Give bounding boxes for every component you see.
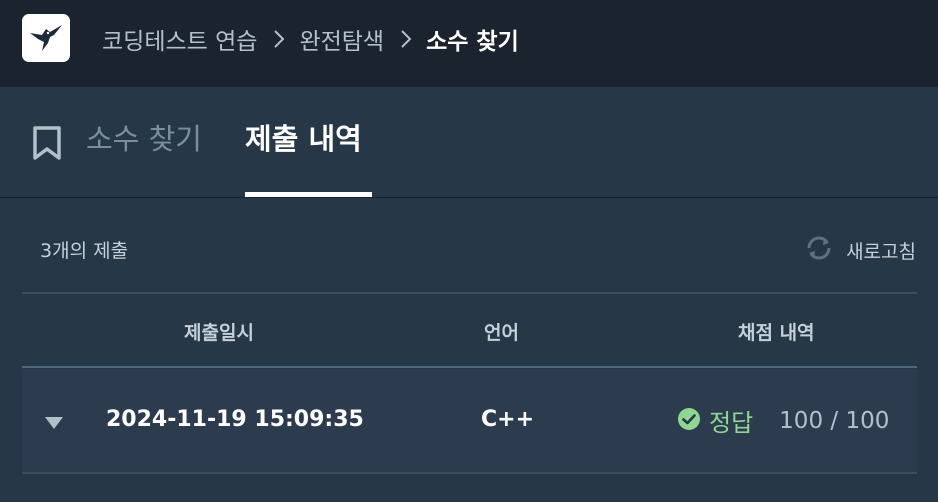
result-label: 정답 [709,409,754,437]
bookmark-icon[interactable] [32,125,62,165]
breadcrumb-item-category[interactable]: 완전탐색 [299,22,384,56]
top-navigation-bar: 코딩테스트 연습 완전탐색 소수 찾기 [0,0,938,87]
tab-bar: 소수 찾기 제출 내역 [0,87,938,198]
submission-datetime: 2024-11-19 15:09:35 [106,407,364,432]
refresh-button[interactable]: 새로고침 [802,234,916,267]
table-row[interactable]: 2024-11-19 15:09:35 C++ 정답 100 / 100 [22,369,917,474]
chevron-right-icon [273,29,285,49]
submission-count: 3개의 제출 [40,240,129,262]
column-header-language: 언어 [484,322,519,344]
tab-problem[interactable]: 소수 찾기 [86,119,202,159]
table-header: 제출일시 언어 채점 내역 [22,292,917,368]
chevron-right-icon [400,29,412,49]
check-circle-icon [677,407,701,435]
submission-result: 정답 100 / 100 [677,403,889,438]
tab-submissions[interactable]: 제출 내역 [245,119,362,159]
breadcrumb-item-coding-test[interactable]: 코딩테스트 연습 [102,22,257,56]
column-header-result: 채점 내역 [738,322,815,344]
column-header-datetime: 제출일시 [184,322,254,344]
expand-triangle-icon[interactable] [44,415,64,434]
logo[interactable] [22,14,70,62]
refresh-icon [802,234,836,267]
breadcrumb: 코딩테스트 연습 완전탐색 소수 찾기 [102,22,519,56]
hummingbird-logo-icon [30,25,62,51]
breadcrumb-current: 소수 찾기 [426,29,519,55]
refresh-label: 새로고침 [846,241,916,263]
submission-language: C++ [481,407,535,432]
active-tab-indicator [245,192,372,197]
score: 100 / 100 [779,407,890,434]
